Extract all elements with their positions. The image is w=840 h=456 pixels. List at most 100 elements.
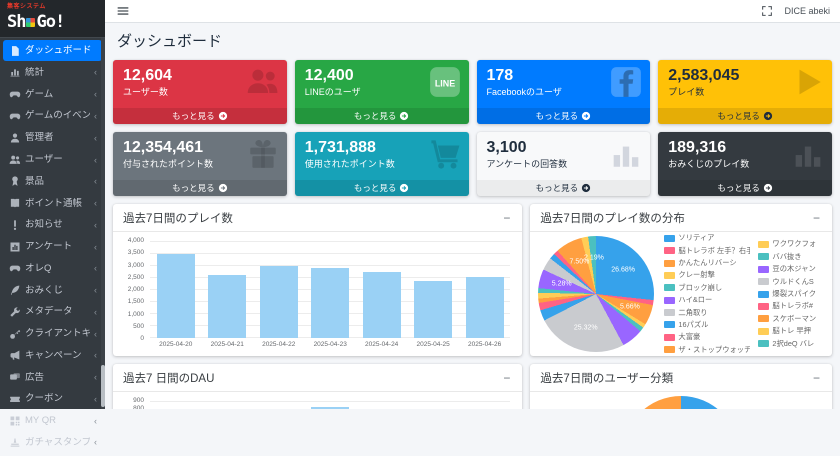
- chevron-left-icon: ‹: [94, 176, 97, 186]
- sidebar-item-ads[interactable]: 広告‹: [3, 366, 102, 387]
- legend-item[interactable]: ブロック崩し: [664, 283, 750, 293]
- sidebar-item-label: アンケート: [25, 241, 90, 252]
- sidebar-item-prizes[interactable]: 景品‹: [3, 171, 102, 192]
- sidebar-item-game-events[interactable]: ゲームのイベント‹: [3, 105, 102, 126]
- arrow-circle-right-icon: [763, 183, 773, 193]
- legend-color-swatch: [758, 278, 769, 285]
- chevron-left-icon: ‹: [94, 220, 97, 230]
- sidebar-item-myqr[interactable]: MY QR‹: [3, 410, 102, 431]
- legend-item[interactable]: 大富豪: [664, 332, 750, 342]
- collapse-icon[interactable]: −: [501, 373, 512, 383]
- sidebar-item-news[interactable]: お知らせ ‹: [3, 214, 102, 235]
- legend-item[interactable]: ハイ&ロー: [664, 295, 750, 305]
- legend-label: 脳トレ 早押: [772, 326, 811, 336]
- legend-item[interactable]: スケボーマン: [758, 314, 828, 324]
- bar: [260, 266, 298, 338]
- sidebar-item-campaign[interactable]: キャンペーン‹: [3, 345, 102, 366]
- legend-color-swatch: [664, 247, 675, 254]
- legend-column: ソリティア脳トレラボ 左手？右手？ かんたんリバーシクレー射撃ブロック崩しハイ&ロ…: [664, 233, 750, 355]
- bars: [150, 402, 510, 409]
- stamp-icon: [8, 436, 21, 449]
- more-label: もっと見る: [717, 182, 760, 194]
- sidebar-item-metadata[interactable]: メタデータ‹: [3, 301, 102, 322]
- legend-item[interactable]: ワクワクフォ: [758, 239, 828, 249]
- arrow-circle-right-icon: [399, 183, 409, 193]
- collapse-icon[interactable]: −: [811, 213, 822, 223]
- sidebar-item-oreq[interactable]: オレQ‹: [3, 258, 102, 279]
- user-name[interactable]: DICE abeki: [784, 6, 830, 16]
- sidebar-item-stats[interactable]: 統計 ‹: [3, 62, 102, 83]
- sidebar-item-label: オレQ: [25, 263, 90, 274]
- facebook-icon: [609, 65, 643, 104]
- legend-item[interactable]: 脳トレラボ 左手？右手？: [664, 246, 750, 256]
- legend-item[interactable]: クレー射撃: [664, 270, 750, 280]
- ad-icon: [8, 371, 21, 384]
- sidebar-item-label: ゲーム: [25, 89, 90, 100]
- legend-item[interactable]: ババ抜き: [758, 252, 828, 262]
- panel-plays-distribution: 過去7日間のプレイ数の分布 − 26.68%5.66%25.32%5.28%7.…: [530, 204, 832, 356]
- chevron-left-icon: ‹: [94, 198, 97, 208]
- chevron-left-icon: ‹: [94, 372, 97, 382]
- award-icon: [8, 175, 21, 188]
- chevron-left-icon: ‹: [94, 394, 97, 404]
- more-link[interactable]: もっと見る: [295, 108, 469, 124]
- brand-system-label: 集客システム: [7, 3, 98, 11]
- panel-dau-chart: 過去7 日間のDAU − 010020030040050060070080090…: [113, 364, 522, 409]
- legend-item[interactable]: かんたんリバーシ: [664, 258, 750, 268]
- sidebar-item-admins[interactable]: 管理者‹: [3, 127, 102, 148]
- more-link[interactable]: もっと見る: [477, 180, 651, 196]
- more-link[interactable]: もっと見る: [113, 180, 287, 196]
- sidebar-item-point-book[interactable]: ポイント通帳‹: [3, 192, 102, 213]
- legend-item[interactable]: 16パズル: [664, 320, 750, 330]
- sidebar-item-dashboard[interactable]: ダッシュボード: [3, 40, 102, 61]
- brand-logo[interactable]: 集客システム ShGo!: [0, 0, 105, 38]
- pie-legend: ソリティア脳トレラボ 左手？右手？ かんたんリバーシクレー射撃ブロック崩しハイ&ロ…: [664, 233, 828, 355]
- legend-item[interactable]: ソリティア: [664, 233, 750, 243]
- sidebar-item-survey[interactable]: アンケート‹: [3, 236, 102, 257]
- legend-item[interactable]: 脳トレ 早押: [758, 326, 828, 336]
- collapse-icon[interactable]: −: [811, 373, 822, 383]
- sidebar-item-coupon[interactable]: クーポン‹: [3, 388, 102, 409]
- more-link[interactable]: もっと見る: [658, 108, 832, 124]
- legend-item[interactable]: ザ・ストップウォッチ: [664, 345, 750, 355]
- more-link[interactable]: もっと見る: [658, 180, 832, 196]
- legend-item[interactable]: ウルドくんS: [758, 277, 828, 287]
- legend-item[interactable]: 爆裂スパイク: [758, 289, 828, 299]
- svg-text:LINE: LINE: [434, 78, 454, 88]
- legend-item[interactable]: 二角取り: [664, 308, 750, 318]
- sidebar-item-label: ダッシュボード: [25, 45, 97, 56]
- more-label: もっと見る: [536, 182, 579, 194]
- hamburger-menu-icon[interactable]: [115, 3, 131, 19]
- sidebar-item-omikuji[interactable]: おみくじ‹: [3, 279, 102, 300]
- sidebar-item-gacha-stamp[interactable]: ガチャスタンプ‹: [3, 432, 102, 453]
- sidebar-scrollbar-thumb[interactable]: [101, 365, 105, 407]
- collapse-icon[interactable]: −: [501, 213, 512, 223]
- sidebar-scrollbar[interactable]: [101, 38, 105, 409]
- sidebar-item-game[interactable]: ゲーム‹: [3, 84, 102, 105]
- sidebar-item-label: クライアントキー: [25, 328, 90, 339]
- more-link[interactable]: もっと見る: [113, 108, 287, 124]
- legend-color-swatch: [758, 266, 769, 273]
- pie-percent-label: 2.19%: [584, 255, 604, 262]
- more-link[interactable]: もっと見る: [477, 108, 651, 124]
- legend-color-swatch: [758, 241, 769, 248]
- legend-label: 大富豪: [678, 332, 700, 342]
- legend-item[interactable]: 豆の木ジャン: [758, 264, 828, 274]
- bar: [363, 272, 401, 338]
- chevron-left-icon: ‹: [94, 67, 97, 77]
- sidebar-item-client-key[interactable]: クライアントキー‹: [3, 323, 102, 344]
- more-label: もっと見る: [354, 182, 397, 194]
- sidebar-item-label: 統計: [25, 67, 90, 78]
- sidebar-item-label: 管理者: [25, 132, 90, 143]
- fullscreen-icon[interactable]: [759, 4, 774, 19]
- sidebar-item-label: おみくじ: [25, 285, 90, 296]
- arrow-circle-right-icon: [763, 111, 773, 121]
- sidebar-item-label: お知らせ: [25, 219, 90, 230]
- arrow-circle-right-icon: [218, 183, 228, 193]
- legend-item[interactable]: 2択deQ バレ: [758, 339, 828, 349]
- feather-icon: [8, 284, 21, 297]
- chart-col-icon: [791, 137, 825, 176]
- legend-item[interactable]: 脳トレラボ#: [758, 301, 828, 311]
- more-link[interactable]: もっと見る: [295, 180, 469, 196]
- sidebar-item-users[interactable]: ユーザー‹: [3, 149, 102, 170]
